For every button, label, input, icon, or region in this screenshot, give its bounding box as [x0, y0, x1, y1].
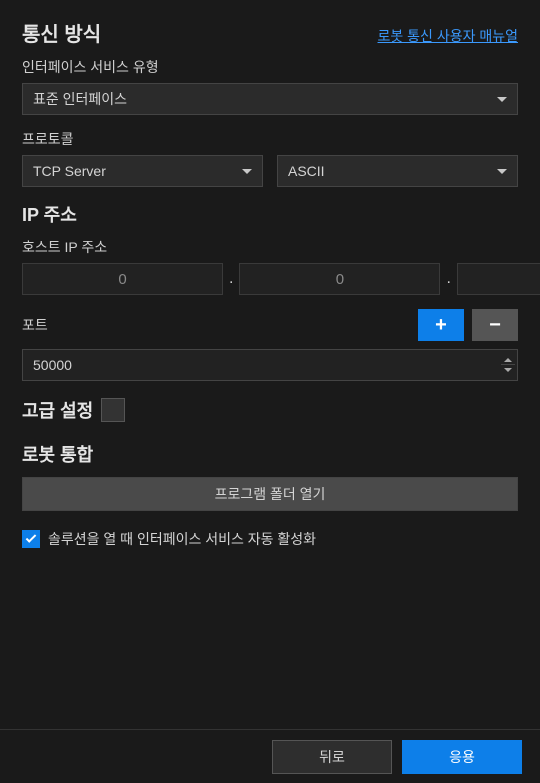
settings-panel: 통신 방식 로봇 통신 사용자 매뉴얼 인터페이스 서비스 유형 표준 인터페이…: [0, 0, 540, 549]
auto-enable-checkbox[interactable]: [22, 530, 40, 548]
section-title: 통신 방식: [22, 18, 101, 47]
spinner-down-button[interactable]: [501, 365, 515, 375]
apply-button[interactable]: 응용: [402, 740, 522, 774]
ip-input-row: . . .: [22, 263, 518, 295]
chevron-down-icon: [504, 368, 512, 372]
dot-separator: .: [227, 270, 235, 288]
protocol-value: TCP Server: [33, 163, 106, 179]
chevron-up-icon: [504, 358, 512, 362]
port-input[interactable]: [23, 350, 501, 380]
interface-type-label: 인터페이스 서비스 유형: [22, 57, 518, 77]
expand-advanced-button[interactable]: [101, 398, 125, 422]
robot-integration-title: 로봇 통합: [22, 441, 518, 467]
ip-octet-1[interactable]: [22, 263, 223, 295]
host-ip-label: 호스트 IP 주소: [22, 237, 518, 257]
remove-button[interactable]: −: [472, 309, 518, 341]
footer: 뒤로 응용: [0, 729, 540, 783]
check-icon: [26, 532, 37, 543]
chevron-down-icon: [242, 169, 252, 174]
interface-type-dropdown[interactable]: 표준 인터페이스: [22, 83, 518, 115]
open-program-folder-button[interactable]: 프로그램 폴더 열기: [22, 477, 518, 511]
protocol-dropdown[interactable]: TCP Server: [22, 155, 263, 187]
port-spinner: [501, 355, 517, 375]
chevron-down-icon: [497, 169, 507, 174]
encoding-value: ASCII: [288, 163, 325, 179]
protocol-label: 프로토콜: [22, 129, 518, 149]
manual-link[interactable]: 로봇 통신 사용자 매뉴얼: [378, 26, 518, 46]
interface-type-value: 표준 인터페이스: [33, 89, 127, 109]
back-button[interactable]: 뒤로: [272, 740, 392, 774]
port-label: 포트: [22, 315, 48, 335]
advanced-settings-title: 고급 설정: [22, 397, 93, 423]
spinner-up-button[interactable]: [501, 355, 515, 365]
add-button[interactable]: +: [418, 309, 464, 341]
ip-octet-3[interactable]: [457, 263, 540, 295]
port-input-wrap: [22, 349, 518, 381]
encoding-dropdown[interactable]: ASCII: [277, 155, 518, 187]
auto-enable-label: 솔루션을 열 때 인터페이스 서비스 자동 활성화: [48, 529, 316, 549]
chevron-down-icon: [497, 97, 507, 102]
dot-separator: .: [444, 270, 452, 288]
ip-section-title: IP 주소: [22, 201, 518, 227]
ip-octet-2[interactable]: [239, 263, 440, 295]
